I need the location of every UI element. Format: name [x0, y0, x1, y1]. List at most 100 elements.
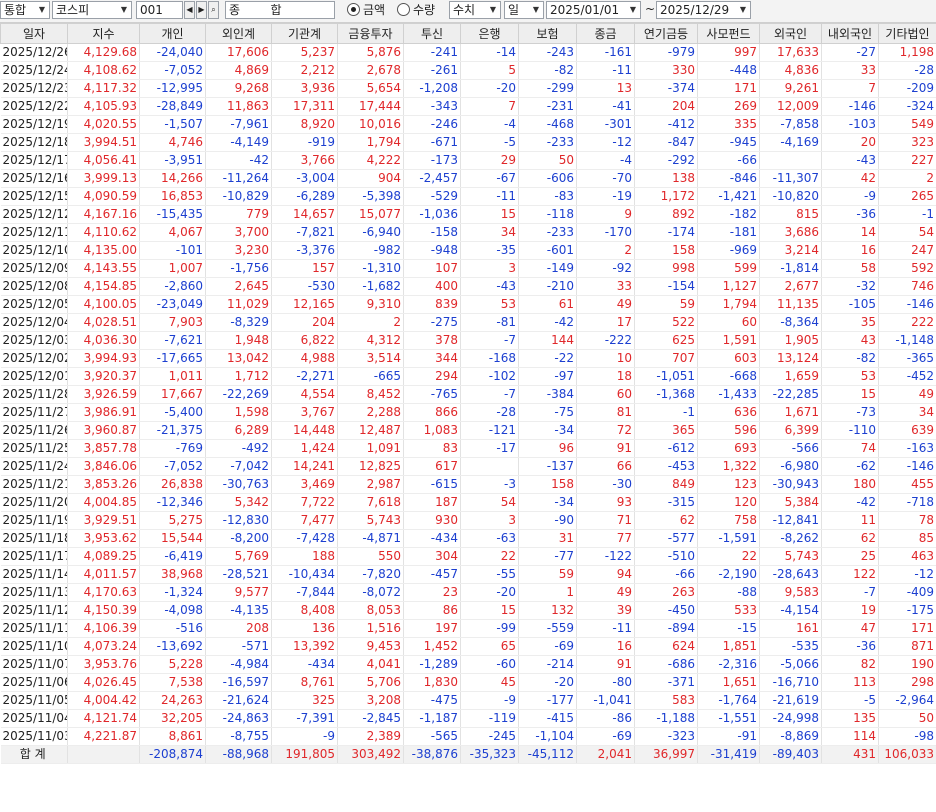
column-header[interactable]: 기관계 — [271, 23, 338, 44]
market-select[interactable]: 통합 ▼ — [0, 1, 50, 19]
value-cell: -146 — [821, 97, 879, 116]
period-select[interactable]: 일 ▼ — [504, 1, 544, 19]
date-cell: 2025/12/15 — [0, 187, 68, 206]
index-select[interactable]: 코스피 ▼ — [52, 1, 132, 19]
column-header[interactable]: 사모펀드 — [697, 23, 760, 44]
table-row[interactable]: 2025/12/01 3,920.37 1,011 1,712 -2,271 -665 29… — [0, 367, 936, 386]
radio-quantity[interactable]: 수량 — [397, 1, 435, 19]
value-cell: 8,761 — [271, 673, 338, 692]
table-row[interactable]: 2025/11/03 4,221.87 8,861 -8,755 -9 2,389 -565… — [0, 727, 936, 746]
value-cell: 5,275 — [139, 511, 206, 530]
table-row[interactable]: 2025/12/15 4,090.59 16,853 -10,829 -6,289 -5,… — [0, 187, 936, 206]
date-to-input[interactable]: 2025/12/29 ▼ — [656, 1, 751, 19]
table-row[interactable]: 2025/11/06 4,026.45 7,538 -16,597 8,761 5,706… — [0, 673, 936, 692]
value-cell: 815 — [759, 205, 822, 224]
next-arrow-icon[interactable]: ▶ — [196, 1, 207, 19]
table-row[interactable]: 2025/12/08 4,154.85 -2,860 2,645 -530 -1,682 4… — [0, 277, 936, 296]
column-header[interactable]: 지수 — [67, 23, 140, 44]
column-header[interactable]: 일자 — [0, 23, 68, 44]
value-cell: 43 — [821, 331, 879, 350]
unit-select[interactable]: 수치 ▼ — [449, 1, 501, 19]
prev-arrow-icon[interactable]: ◀ — [184, 1, 195, 19]
value-cell: 5,342 — [205, 493, 272, 512]
chevron-down-icon: ▼ — [736, 2, 750, 18]
value-cell: -415 — [518, 709, 577, 728]
table-row[interactable]: 2025/11/19 3,929.51 5,275 -12,830 7,477 5,743… — [0, 511, 936, 530]
value-cell: 5,876 — [337, 43, 404, 62]
value-cell: -2,860 — [139, 277, 206, 296]
table-row[interactable]: 2025/12/23 4,117.32 -12,995 9,268 3,936 5,654… — [0, 79, 936, 98]
column-header[interactable]: 외국인 — [759, 23, 822, 44]
value-cell: -66 — [634, 565, 698, 584]
table-row[interactable]: 2025/11/25 3,857.78 -769 -492 1,424 1,091 83 -1… — [0, 439, 936, 458]
code-input[interactable]: 001 — [136, 1, 183, 19]
value-cell: -948 — [403, 241, 461, 260]
value-cell: -88 — [697, 583, 760, 602]
table-row[interactable]: 2025/12/11 4,110.62 4,067 3,700 -7,821 -6,940… — [0, 223, 936, 242]
column-header[interactable]: 보험 — [518, 23, 577, 44]
value-cell: -233 — [518, 133, 577, 152]
table-row[interactable]: 2025/12/05 4,100.05 -23,049 11,029 12,165 9,3… — [0, 295, 936, 314]
value-cell: -1,051 — [634, 367, 698, 386]
table-row[interactable]: 2025/11/07 3,953.76 5,228 -4,984 -434 4,041 -1… — [0, 655, 936, 674]
date-cell: 2025/12/11 — [0, 223, 68, 242]
column-header[interactable]: 종금 — [576, 23, 635, 44]
value-cell: 1,127 — [697, 277, 760, 296]
table-row[interactable]: 2025/11/12 4,150.39 -4,098 -4,135 8,408 8,053… — [0, 601, 936, 620]
column-header[interactable]: 내외국인 — [821, 23, 879, 44]
table-row[interactable]: 2025/12/18 3,994.51 4,746 -4,149 -919 1,794 -6… — [0, 133, 936, 152]
date-from-input[interactable]: 2025/01/01 ▼ — [546, 1, 641, 19]
table-row[interactable]: 2025/11/10 4,073.24 -13,692 -571 13,392 9,453… — [0, 637, 936, 656]
chevron-down-icon: ▼ — [486, 2, 500, 18]
value-cell: 66 — [576, 457, 635, 476]
table-row[interactable]: 2025/11/28 3,926.59 17,667 -22,269 4,554 8,45… — [0, 385, 936, 404]
table-row[interactable]: 2025/11/04 4,121.74 32,205 -24,863 -7,391 -2,… — [0, 709, 936, 728]
table-row[interactable]: 2025/12/09 4,143.55 1,007 -1,756 157 -1,310 10… — [0, 259, 936, 278]
total-cell: -38,876 — [403, 745, 461, 764]
table-row[interactable]: 2025/12/03 4,036.30 -7,621 1,948 6,822 4,312 3… — [0, 331, 936, 350]
table-row[interactable]: 2025/12/10 4,135.00 -101 3,230 -3,376 -982 -94… — [0, 241, 936, 260]
table-row[interactable]: 2025/11/24 3,846.06 -7,052 -7,042 14,241 12,8… — [0, 457, 936, 476]
value-cell: 839 — [403, 295, 461, 314]
table-row[interactable]: 2025/12/17 4,056.41 -3,951 -42 3,766 4,222 -17… — [0, 151, 936, 170]
table-row[interactable]: 2025/12/19 4,020.55 -1,507 -7,961 8,920 10,01… — [0, 115, 936, 134]
date-cell: 2025/12/19 — [0, 115, 68, 134]
date-cell: 2025/11/12 — [0, 601, 68, 620]
date-cell: 2025/11/17 — [0, 547, 68, 566]
table-row[interactable]: 2025/12/02 3,994.93 -17,665 13,042 4,988 3,51… — [0, 349, 936, 368]
table-row[interactable]: 2025/11/17 4,089.25 -6,419 5,769 188 550 304 22… — [0, 547, 936, 566]
table-row[interactable]: 2025/11/14 4,011.57 38,968 -28,521 -10,434 -7… — [0, 565, 936, 584]
table-row[interactable]: 2025/12/04 4,028.51 7,903 -8,329 204 2 -275 -81… — [0, 313, 936, 332]
table-row[interactable]: 2025/11/21 3,853.26 26,838 -30,763 3,469 2,98… — [0, 475, 936, 494]
table-row[interactable]: 2025/12/22 4,105.93 -28,849 11,863 17,311 17,… — [0, 97, 936, 116]
table-row[interactable]: 2025/12/26 4,129.68 -24,040 17,606 5,237 5,87… — [0, 43, 936, 62]
column-header[interactable]: 기타법인 — [878, 23, 936, 44]
value-cell: 12,487 — [337, 421, 404, 440]
value-cell: -894 — [634, 619, 698, 638]
table-row[interactable]: 2025/11/05 4,004.42 24,263 -21,624 325 3,208-… — [0, 691, 936, 710]
table-row[interactable]: 2025/11/18 3,953.62 15,544 -8,200 -7,428 -4,8… — [0, 529, 936, 548]
value-cell: -1,188 — [634, 709, 698, 728]
table-row[interactable]: 2025/11/26 3,960.87 -21,375 6,289 14,448 12,4… — [0, 421, 936, 440]
value-cell: 779 — [205, 205, 272, 224]
table-row[interactable]: 2025/12/16 3,999.13 14,266 -11,264 -3,004 904… — [0, 169, 936, 188]
table-row[interactable]: 2025/12/12 4,167.16 -15,435 779 14,657 15,077… — [0, 205, 936, 224]
value-cell: -66 — [697, 151, 760, 170]
table-row[interactable]: 2025/11/20 4,004.85 -12,346 5,342 7,722 7,618… — [0, 493, 936, 512]
table-row[interactable]: 2025/11/11 4,106.39 -516 208 136 1,516 197 -99-… — [0, 619, 936, 638]
value-cell: 11,863 — [205, 97, 272, 116]
table-row[interactable]: 2025/12/24 4,108.62 -7,052 4,869 2,212 2,678-… — [0, 61, 936, 80]
value-cell: -769 — [139, 439, 206, 458]
radio-amount[interactable]: 금액 — [347, 1, 385, 19]
column-header[interactable]: 개인 — [139, 23, 206, 44]
value-cell: 53 — [460, 295, 519, 314]
column-header[interactable]: 연기금등 — [634, 23, 698, 44]
column-header[interactable]: 투신 — [403, 23, 461, 44]
column-header[interactable]: 금융투자 — [337, 23, 404, 44]
table-row[interactable]: 2025/11/13 4,170.63 -1,324 9,577 -7,844 -8,07… — [0, 583, 936, 602]
column-header[interactable]: 은행 — [460, 23, 519, 44]
table-row[interactable]: 2025/11/27 3,986.91 -5,400 1,598 3,767 2,288 8… — [0, 403, 936, 422]
value-cell: 304 — [403, 547, 461, 566]
column-header[interactable]: 외인계 — [205, 23, 272, 44]
search-icon[interactable]: ⌕ — [208, 1, 219, 19]
